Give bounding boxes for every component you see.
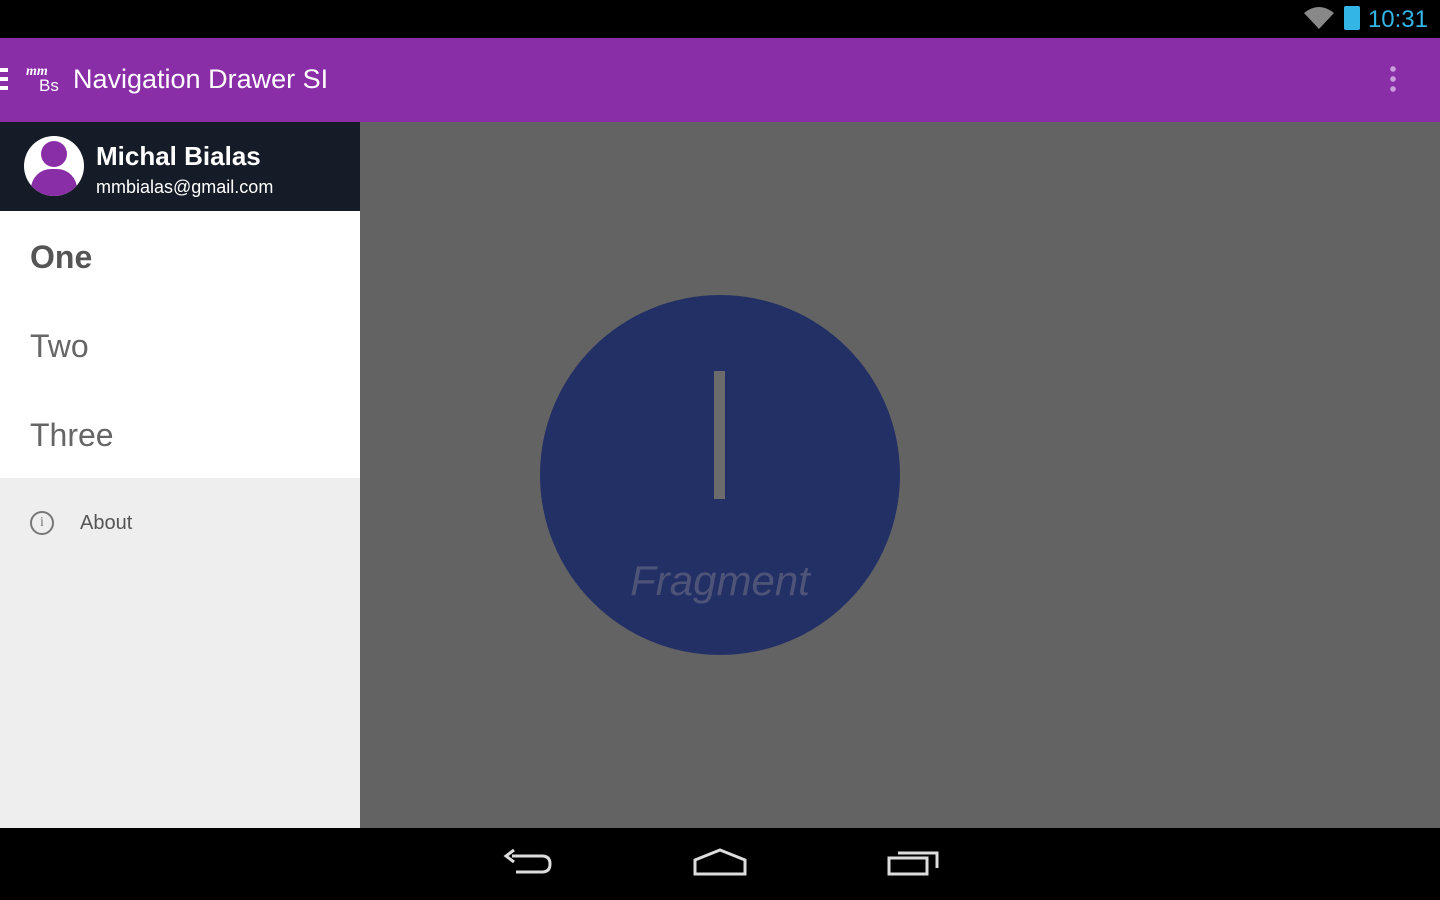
status-bar: 10:31 [0,0,1440,38]
drawer-item-about[interactable]: i About [0,478,360,568]
system-nav-bar [0,828,1440,900]
user-name: Michal Bialas [96,141,261,171]
menu-icon[interactable] [0,68,8,90]
fragment-label: Fragment [630,557,810,604]
back-icon[interactable] [502,848,554,880]
content-area[interactable]: Fragment [360,122,1440,828]
fragment-numeral [714,371,725,499]
app-title: Navigation Drawer SI [73,64,329,94]
fragment-circle: Fragment [540,295,900,655]
about-label: About [80,511,133,534]
drawer-item-three[interactable]: Three [0,389,360,478]
home-icon[interactable] [692,848,748,880]
navigation-drawer: Michal Bialas mmbialas@gmail.com One Two… [0,122,360,828]
battery-charging-icon [1344,6,1360,30]
recents-icon[interactable] [886,848,942,880]
user-email: mmbialas@gmail.com [96,177,274,197]
info-icon: i [30,511,54,535]
drawer-header: Michal Bialas mmbialas@gmail.com [0,122,360,211]
clock: 10:31 [1367,6,1428,33]
wifi-icon [1304,7,1334,29]
overflow-menu-icon[interactable] [1390,64,1396,94]
drawer-item-two[interactable]: Two [0,300,360,389]
app-logo[interactable]: mm Bs [26,63,59,95]
avatar [24,136,84,196]
drawer-item-one[interactable]: One [0,211,360,300]
